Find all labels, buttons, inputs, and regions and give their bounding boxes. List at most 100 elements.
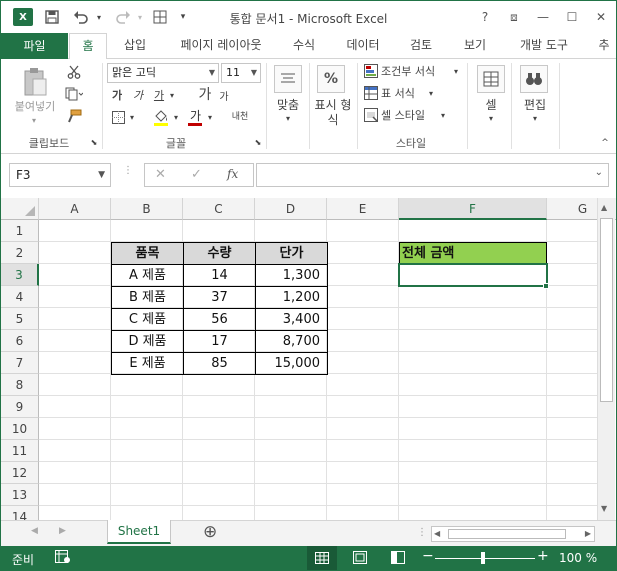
font-color-icon[interactable]: 가 bbox=[185, 107, 205, 127]
row-header-9[interactable]: 9 bbox=[1, 396, 39, 418]
alignment-button[interactable]: 맞춤 bbox=[269, 97, 307, 112]
row-header-3[interactable]: 3 bbox=[1, 264, 39, 286]
table-cell-item[interactable]: C 제품 bbox=[112, 309, 184, 331]
ribbon-display-button[interactable]: ⧈ bbox=[500, 7, 528, 27]
column-header-c[interactable]: C bbox=[183, 198, 255, 220]
normal-view-icon[interactable] bbox=[307, 546, 337, 570]
phonetic-button[interactable]: 내천 bbox=[227, 107, 253, 123]
table-cell-qty[interactable]: 56 bbox=[184, 309, 256, 331]
column-header-a[interactable]: A bbox=[39, 198, 111, 220]
tab-view[interactable]: 보기 bbox=[453, 33, 497, 59]
tab-developer[interactable]: 개발 도구 bbox=[507, 33, 581, 59]
row-header-6[interactable]: 6 bbox=[1, 330, 39, 352]
cells-dropdown-icon[interactable]: ▾ bbox=[486, 113, 496, 123]
tab-formulas[interactable]: 수식 bbox=[282, 33, 326, 59]
editing-button[interactable]: 편집 bbox=[515, 97, 555, 112]
zoom-slider[interactable] bbox=[435, 558, 535, 559]
number-format-button[interactable]: 표시 형 bbox=[310, 97, 356, 112]
zoom-level[interactable]: 100 % bbox=[559, 551, 597, 565]
font-size-combo[interactable]: 11 ▼ bbox=[221, 63, 261, 83]
maximize-button[interactable]: ☐ bbox=[558, 7, 586, 27]
zoom-slider-thumb[interactable] bbox=[481, 552, 485, 564]
fill-handle[interactable] bbox=[543, 283, 549, 289]
tab-data[interactable]: 데이터 bbox=[335, 33, 391, 59]
table-cell-price[interactable]: 8,700 bbox=[256, 331, 328, 353]
table-cell-qty[interactable]: 85 bbox=[184, 353, 256, 375]
underline-dropdown-icon[interactable]: ▾ bbox=[168, 89, 176, 101]
table-format-icon[interactable] bbox=[363, 85, 379, 101]
tab-home[interactable]: 홈 bbox=[69, 33, 107, 60]
table-header-cell[interactable]: 수량 bbox=[184, 243, 256, 265]
close-button[interactable]: ✕ bbox=[587, 7, 615, 27]
expand-formula-icon[interactable]: ⌄ bbox=[595, 167, 603, 178]
total-amount-label[interactable]: 전체 금액 bbox=[399, 242, 547, 264]
scroll-up-icon[interactable]: ▲ bbox=[601, 203, 607, 212]
paste-icon[interactable] bbox=[15, 65, 55, 99]
vertical-scroll-thumb[interactable] bbox=[600, 218, 613, 402]
horizontal-scroll-thumb[interactable] bbox=[448, 529, 566, 539]
enter-icon[interactable]: ✓ bbox=[191, 167, 202, 182]
table-cell-price[interactable]: 1,200 bbox=[256, 287, 328, 309]
minimize-button[interactable]: — bbox=[529, 7, 557, 27]
formula-bar-grip-icon[interactable]: ⋮ bbox=[123, 166, 133, 182]
shrink-font-button[interactable]: 가 bbox=[217, 87, 231, 103]
tab-insert[interactable]: 삽입 bbox=[113, 33, 157, 59]
table-cell-price[interactable]: 3,400 bbox=[256, 309, 328, 331]
chevron-down-icon[interactable]: ▼ bbox=[98, 164, 105, 186]
fill-color-icon[interactable] bbox=[151, 107, 171, 127]
name-box[interactable]: F3 ▼ bbox=[9, 163, 111, 187]
fill-color-dropdown-icon[interactable]: ▾ bbox=[172, 111, 180, 123]
table-cell-price[interactable]: 15,000 bbox=[256, 353, 328, 375]
clipboard-launcher-icon[interactable]: ⬊ bbox=[89, 137, 99, 147]
table-cell-qty[interactable]: 37 bbox=[184, 287, 256, 309]
page-layout-view-icon[interactable] bbox=[353, 551, 367, 565]
table-header-cell[interactable]: 품목 bbox=[112, 243, 184, 265]
cells-icon[interactable] bbox=[477, 65, 505, 93]
tab-review[interactable]: 검토 bbox=[399, 33, 443, 59]
paste-dropdown-icon[interactable]: ▾ bbox=[29, 115, 39, 125]
worksheet-grid[interactable]: A B C D E F G 1 2 3 4 5 6 7 8 9 10 11 12… bbox=[1, 198, 616, 520]
row-header-5[interactable]: 5 bbox=[1, 308, 39, 330]
zoom-out-icon[interactable]: − bbox=[422, 548, 434, 564]
row-header-12[interactable]: 12 bbox=[1, 462, 39, 484]
underline-button[interactable]: 가 bbox=[151, 87, 167, 103]
vertical-scrollbar[interactable]: ▲ ▼ bbox=[597, 198, 615, 520]
column-header-f[interactable]: F bbox=[399, 198, 547, 220]
align-icon[interactable] bbox=[274, 65, 302, 93]
table-format-button[interactable]: 표 서식 bbox=[381, 85, 429, 101]
percent-icon[interactable]: % bbox=[317, 65, 345, 93]
borders-dropdown-icon[interactable]: ▾ bbox=[128, 111, 136, 123]
macro-record-icon[interactable] bbox=[55, 550, 71, 564]
select-all-corner[interactable] bbox=[1, 198, 39, 220]
alignment-dropdown-icon[interactable]: ▾ bbox=[283, 113, 293, 123]
zoom-in-icon[interactable]: + bbox=[537, 548, 549, 564]
row-header-2[interactable]: 2 bbox=[1, 242, 39, 264]
font-color-dropdown-icon[interactable]: ▾ bbox=[206, 111, 214, 123]
insert-function-icon[interactable]: fx bbox=[227, 167, 238, 181]
column-header-e[interactable]: E bbox=[327, 198, 399, 220]
table-cell-item[interactable]: B 제품 bbox=[112, 287, 184, 309]
column-header-d[interactable]: D bbox=[255, 198, 327, 220]
table-cell-price[interactable]: 1,300 bbox=[256, 265, 328, 287]
cells-button[interactable]: 셀 bbox=[475, 97, 507, 112]
conditional-format-icon[interactable] bbox=[363, 63, 379, 79]
conditional-format-button[interactable]: 조건부 서식 bbox=[381, 63, 453, 79]
collapse-ribbon-icon[interactable]: ^ bbox=[599, 137, 611, 149]
binoculars-icon[interactable] bbox=[520, 65, 548, 93]
cancel-icon[interactable]: ✕ bbox=[155, 167, 166, 182]
table-cell-qty[interactable]: 14 bbox=[184, 265, 256, 287]
copy-icon[interactable] bbox=[63, 85, 85, 103]
help-button[interactable]: ? bbox=[471, 7, 499, 27]
paste-button[interactable]: 붙여넣기 bbox=[9, 99, 61, 113]
column-header-b[interactable]: B bbox=[111, 198, 183, 220]
table-cell-item[interactable]: A 제품 bbox=[112, 265, 184, 287]
font-name-combo[interactable]: 맑은 고딕 ▼ bbox=[107, 63, 219, 83]
row-header-13[interactable]: 13 bbox=[1, 484, 39, 506]
conditional-dropdown-icon[interactable]: ▾ bbox=[452, 65, 460, 77]
sheet-next-icon[interactable]: ▶ bbox=[59, 526, 66, 536]
cell-style-dropdown-icon[interactable]: ▾ bbox=[439, 109, 447, 121]
active-cell-f3[interactable] bbox=[398, 263, 548, 287]
cell-style-button[interactable]: 셀 스타일 bbox=[381, 107, 443, 123]
horizontal-scrollbar[interactable]: ◀ ▶ bbox=[431, 526, 595, 542]
row-header-11[interactable]: 11 bbox=[1, 440, 39, 462]
